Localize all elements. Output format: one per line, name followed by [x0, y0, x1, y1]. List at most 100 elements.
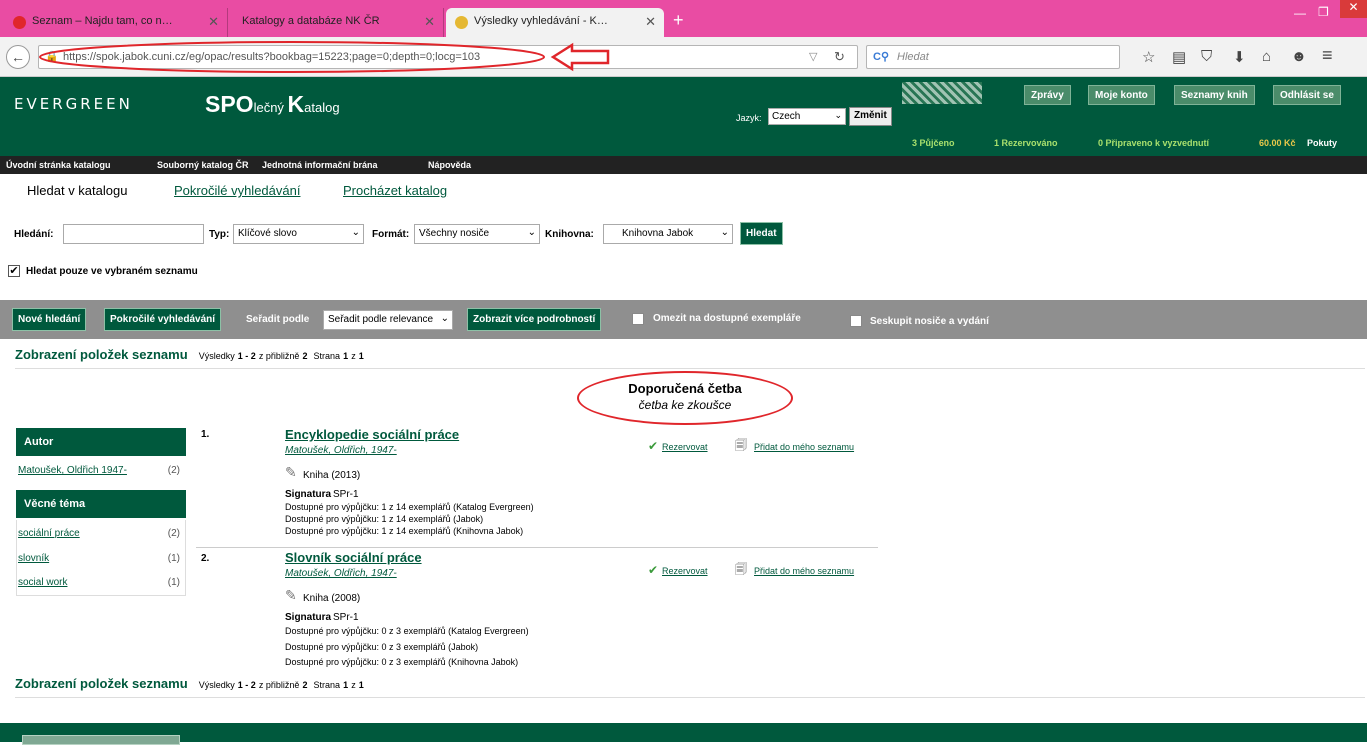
search-bar[interactable]: C⚲ Hledat	[866, 45, 1120, 69]
url-annotation-ellipse	[39, 41, 545, 73]
close-tab-icon[interactable]: ✕	[424, 14, 435, 30]
result-author-link[interactable]: Matoušek, Oldřich, 1947-	[285, 568, 397, 579]
results-range: 1 - 2	[237, 680, 256, 690]
list-description: četba ke zkoušce	[638, 398, 732, 412]
search-engine-icon[interactable]: C⚲	[873, 50, 889, 63]
new-search-button[interactable]: Nové hledání	[12, 308, 87, 331]
sort-label: Seřadit podle	[246, 314, 310, 325]
change-language-button[interactable]: Změnit	[849, 107, 892, 126]
add-to-list-link[interactable]: Přidat do mého seznamu	[754, 566, 854, 576]
tab-browse-catalog[interactable]: Procházet katalog	[343, 183, 447, 198]
annotation-arrow-icon	[550, 42, 610, 72]
call-number: SPr-1	[333, 489, 359, 500]
page-label: Strana	[313, 680, 341, 690]
availability-line: Dostupné pro výpůjčku: 1 z 14 exemplářů …	[285, 526, 524, 536]
type-label: Typ:	[209, 229, 230, 240]
close-window-icon[interactable]: ✕	[1340, 0, 1367, 18]
availability-line: Dostupné pro výpůjčku: 0 z 3 exemplářů (…	[285, 642, 479, 652]
chevron-down-icon: ⌄	[527, 227, 536, 238]
browser-tab-bar: Seznam – Najdu tam, co n… ✕ Katalogy a d…	[0, 0, 1367, 37]
messages-button[interactable]: Zprávy	[1024, 85, 1071, 105]
page-number: 1	[343, 680, 349, 690]
pocket-icon[interactable]: ⛉	[1201, 48, 1212, 65]
footer-button[interactable]	[22, 735, 180, 745]
maximize-icon[interactable]: ❐	[1318, 5, 1329, 19]
browser-tab[interactable]: Seznam – Najdu tam, co n… ✕	[4, 8, 228, 37]
result-title-link[interactable]: Encyklopedie sociální práce	[285, 427, 459, 442]
menu-item-home[interactable]: Úvodní stránka katalogu	[6, 160, 111, 170]
browser-tab-active[interactable]: Výsledky vyhledávání - K… ✕	[446, 8, 664, 37]
tab-advanced-search[interactable]: Pokročilé vyhledávání	[174, 183, 300, 198]
holds-count[interactable]: 1 Rezervováno	[994, 138, 1058, 148]
page-label: Strana	[313, 351, 341, 361]
add-to-list-link[interactable]: Přidat do mého seznamu	[754, 442, 854, 452]
reserve-link[interactable]: Rezervovat	[662, 442, 708, 452]
home-icon[interactable]: ⌂	[1262, 48, 1271, 65]
format-select[interactable]: Všechny nosiče ⌄	[414, 224, 540, 244]
reserve-link[interactable]: Rezervovat	[662, 566, 708, 576]
minimize-icon[interactable]: —	[1294, 6, 1306, 20]
results-toolbar: Nové hledání Pokročilé vyhledávání Seřad…	[0, 300, 1367, 339]
menu-item-union-catalog[interactable]: Souborný katalog ČR	[157, 160, 249, 170]
facet-item[interactable]: Matoušek, Oldřich 1947- (2)	[16, 465, 186, 476]
limit-available-checkbox[interactable]	[632, 313, 644, 325]
menu-item-info-gateway[interactable]: Jednotná informační brána	[262, 160, 378, 170]
logout-button[interactable]: Odhlásit se	[1273, 85, 1341, 105]
reload-icon[interactable]: ↻	[834, 49, 845, 65]
call-number-label: Signatura	[285, 489, 332, 500]
search-submit-button[interactable]: Hledat	[740, 222, 783, 245]
facet-list-border	[16, 520, 186, 596]
list-view-title: Zobrazení položek seznamu	[15, 676, 188, 691]
page-count: 1	[358, 351, 364, 361]
divider	[15, 697, 1365, 698]
group-formats-checkbox[interactable]	[850, 315, 862, 327]
menu-icon[interactable]: ≡	[1322, 45, 1333, 66]
page-of: z	[351, 680, 356, 690]
dropdown-arrow-icon[interactable]: ▽	[809, 50, 817, 63]
book-lists-button[interactable]: Seznamy knih	[1174, 85, 1255, 105]
result-divider	[196, 547, 878, 548]
close-tab-icon[interactable]: ✕	[208, 14, 219, 30]
evergreen-favicon-icon	[455, 16, 468, 29]
result-title-link[interactable]: Slovník sociální práce	[285, 550, 422, 565]
menu-item-help[interactable]: Nápověda	[428, 160, 471, 170]
library-select[interactable]: Knihovna Jabok ⌄	[603, 224, 733, 244]
search-input[interactable]	[63, 224, 204, 244]
language-select[interactable]: Czech ⌄	[768, 108, 846, 125]
format-label: Formát:	[372, 229, 410, 240]
more-details-button[interactable]: Zobrazit více podrobností	[467, 308, 602, 331]
download-icon[interactable]: ⬇	[1233, 48, 1246, 66]
catalog-name: SPOlečný Katalog	[205, 91, 340, 117]
chat-icon[interactable]: ☻	[1291, 48, 1307, 65]
book-icon: ✎	[285, 587, 297, 603]
new-tab-button[interactable]: +	[673, 10, 684, 31]
only-list-checkbox[interactable]: ✔	[8, 265, 20, 277]
results-approx: z přibližně	[258, 680, 300, 690]
add-to-list-icon: 🗐	[735, 438, 747, 452]
fines-label[interactable]: Pokuty	[1307, 138, 1337, 148]
availability-line: Dostupné pro výpůjčku: 0 z 3 exemplářů (…	[285, 657, 519, 667]
top-menu-bar: Úvodní stránka katalogu Souborný katalog…	[0, 156, 1367, 174]
checked-out-count[interactable]: 3 Půjčeno	[912, 138, 955, 148]
page-number: 1	[343, 351, 349, 361]
reading-list-icon[interactable]: ▤	[1172, 48, 1186, 66]
list-view-title: Zobrazení položek seznamu	[15, 347, 188, 362]
facet-item-label[interactable]: Matoušek, Oldřich 1947-	[16, 465, 127, 476]
sort-select[interactable]: Seřadit podle relevance ⌄	[323, 310, 453, 330]
fines-amount[interactable]: 60.00 Kč	[1259, 138, 1296, 148]
bookmark-star-icon[interactable]: ☆	[1142, 48, 1155, 66]
tab-search-catalog[interactable]: Hledat v katalogu	[27, 183, 127, 198]
user-name-redacted	[902, 82, 982, 104]
my-account-button[interactable]: Moje konto	[1088, 85, 1155, 105]
browser-tab[interactable]: Katalogy a databáze NK ČR ✕	[230, 8, 444, 37]
ready-count[interactable]: 0 Připraveno k vyzvednutí	[1098, 138, 1209, 148]
advanced-search-button[interactable]: Pokročilé vyhledávání	[104, 308, 222, 331]
checkmark-icon: ✔	[648, 563, 659, 577]
close-tab-icon[interactable]: ✕	[645, 14, 656, 30]
call-number-label: Signatura	[285, 612, 332, 623]
results-summary-top: Zobrazení položek seznamu Výsledky 1 - 2…	[15, 347, 364, 362]
result-author-link[interactable]: Matoušek, Oldřich, 1947-	[285, 445, 397, 456]
results-approx: z přibližně	[258, 351, 300, 361]
group-formats-label: Seskupit nosiče a vydání	[870, 316, 989, 327]
search-type-select[interactable]: Klíčové slovo ⌄	[233, 224, 364, 244]
